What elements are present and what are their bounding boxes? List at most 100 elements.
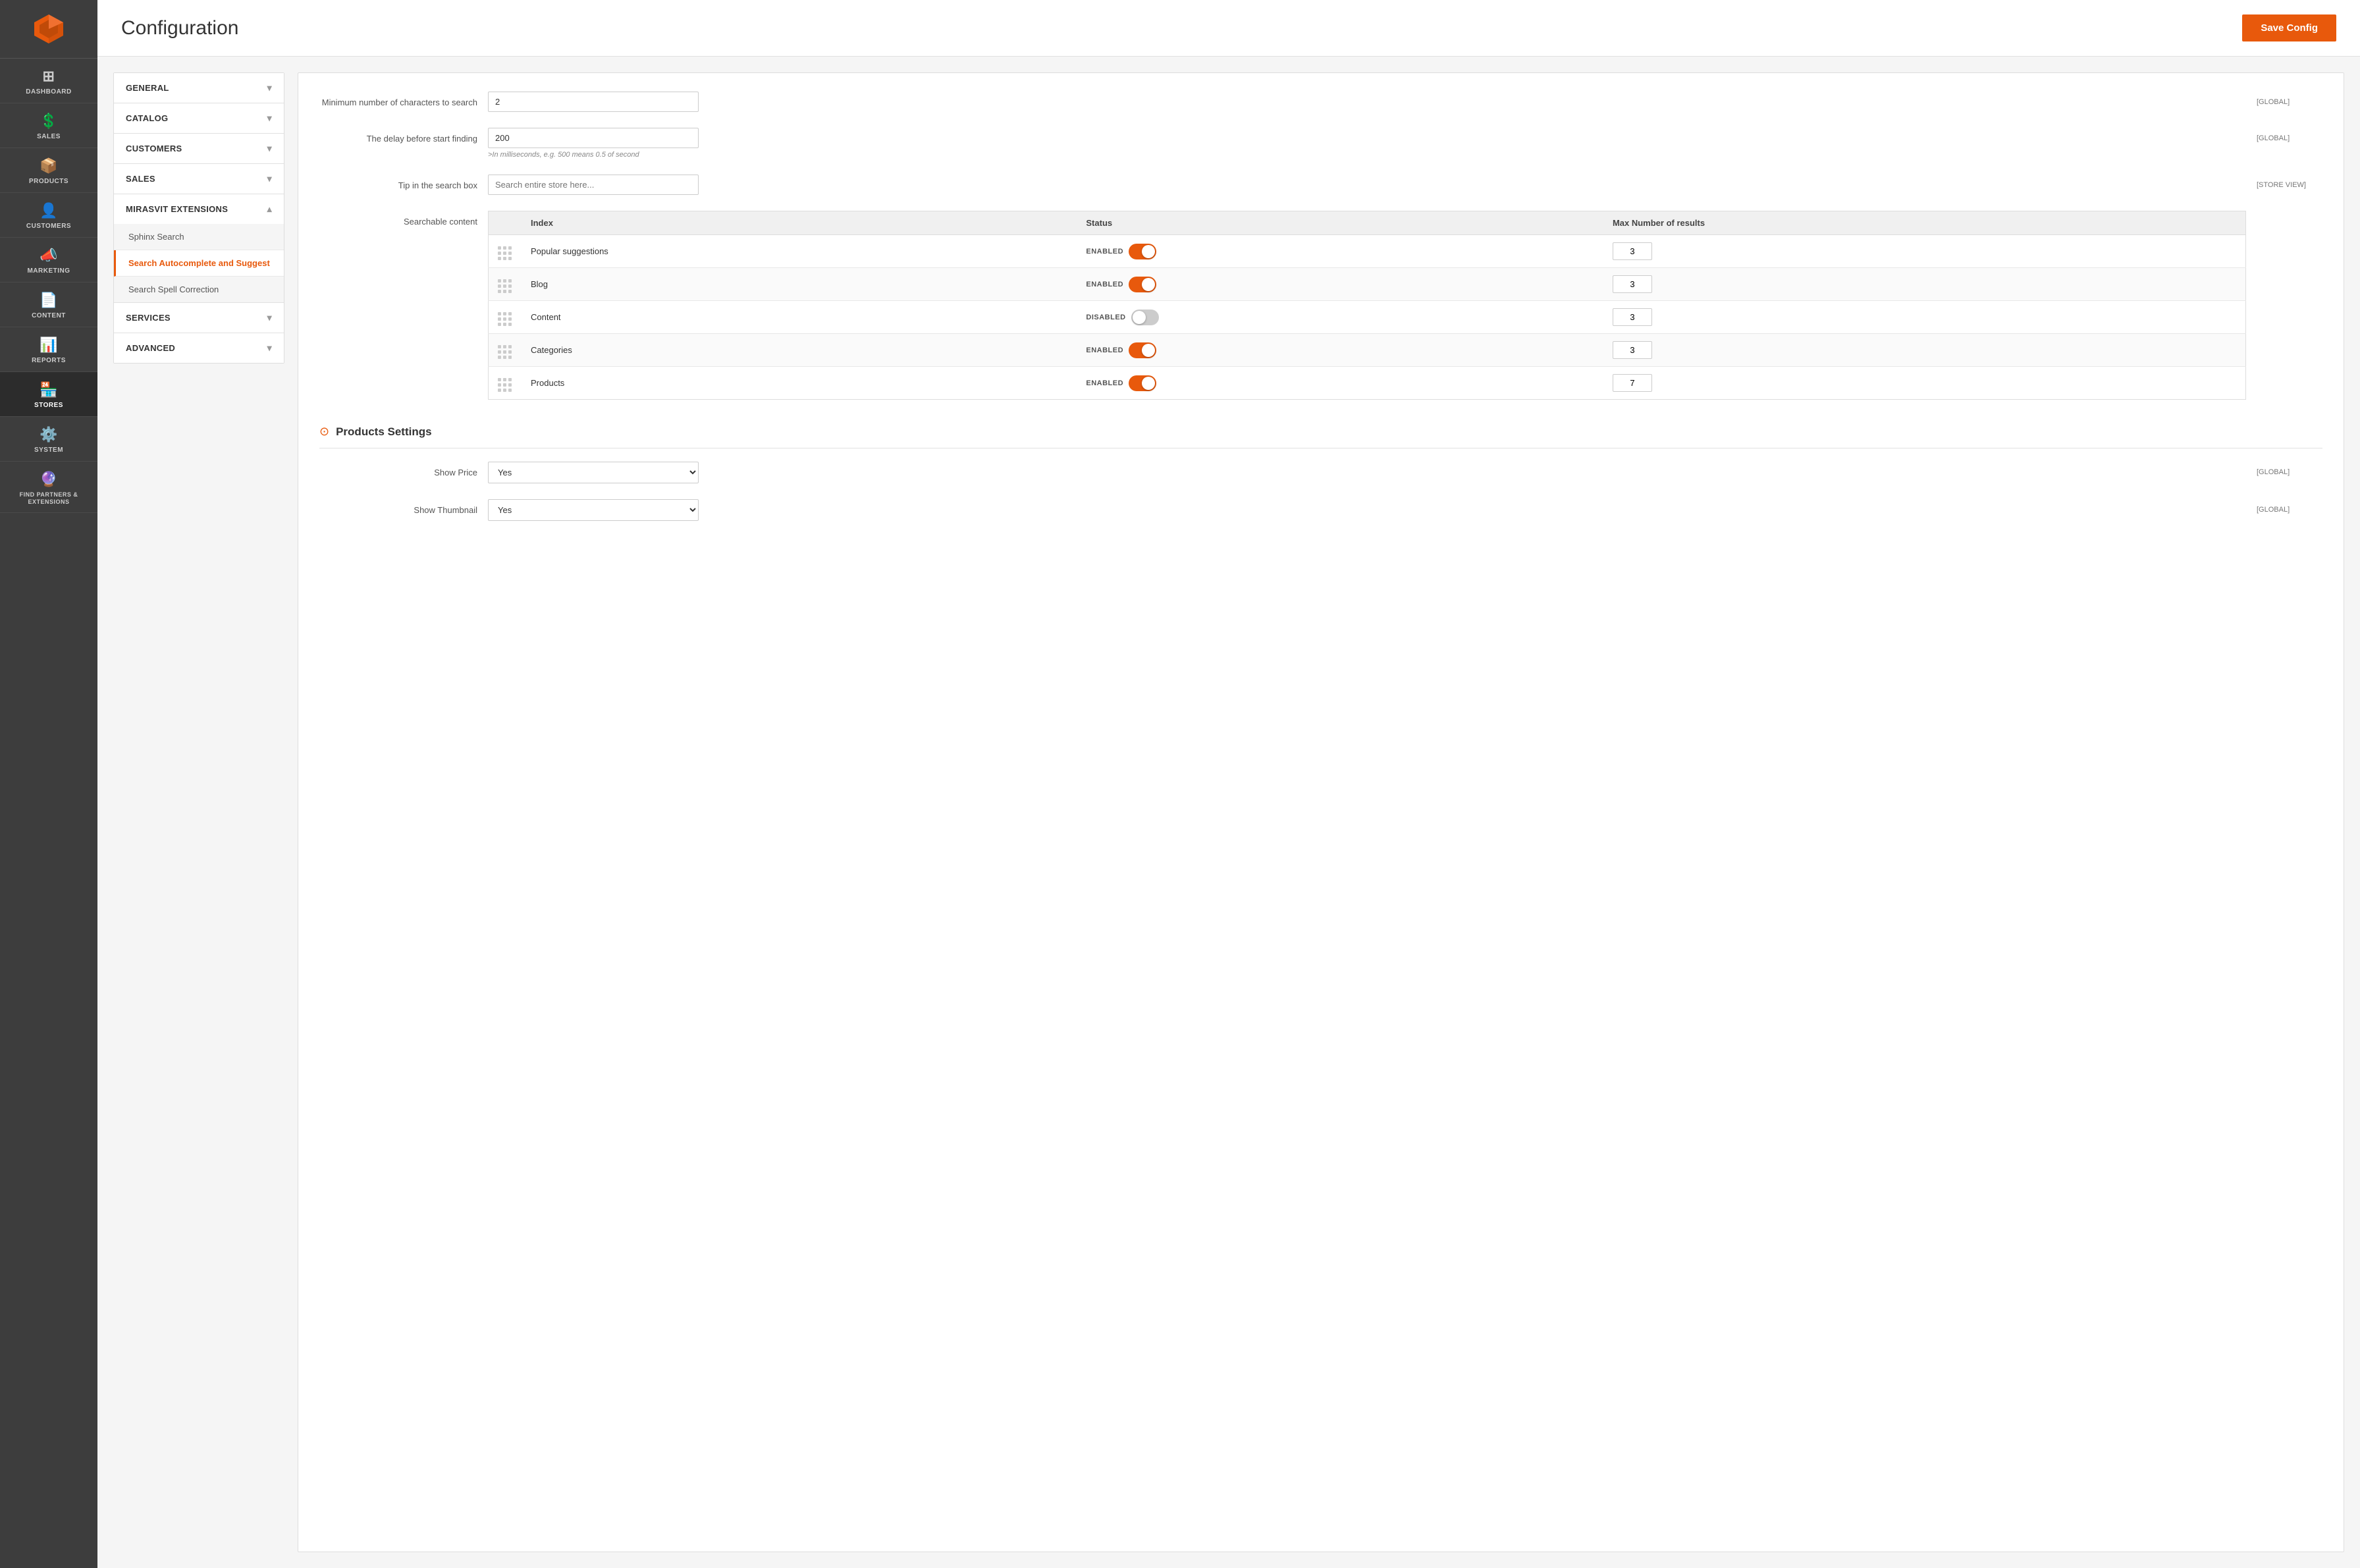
sidebar-item-customers[interactable]: 👤 CUSTOMERS bbox=[0, 193, 97, 238]
status-toggle[interactable] bbox=[1129, 342, 1156, 358]
tip-control bbox=[488, 175, 2246, 195]
show-price-select[interactable]: Yes bbox=[488, 462, 699, 483]
min-chars-input[interactable] bbox=[488, 92, 699, 112]
status-toggle[interactable] bbox=[1129, 244, 1156, 259]
nav-section-mirasvit-items: Sphinx Search Search Autocomplete and Su… bbox=[114, 224, 284, 302]
logo[interactable] bbox=[0, 0, 97, 59]
sidebar-item-dashboard[interactable]: ⊞ DASHBOARD bbox=[0, 59, 97, 103]
show-thumbnail-scope: [GLOBAL] bbox=[2257, 499, 2322, 514]
drag-handle-cell bbox=[489, 235, 522, 268]
sidebar-item-products[interactable]: 📦 PRODUCTS bbox=[0, 148, 97, 193]
nav-item-autocomplete[interactable]: Search Autocomplete and Suggest bbox=[114, 250, 284, 277]
index-cell: Blog bbox=[522, 268, 1077, 301]
page-title: Configuration bbox=[121, 17, 238, 40]
status-toggle[interactable] bbox=[1129, 375, 1156, 391]
main-content: Configuration Save Config GENERAL ▾ CATA… bbox=[97, 0, 2360, 1568]
tip-row: Tip in the search box [STORE VIEW] bbox=[319, 175, 2322, 195]
toggle-thumb bbox=[1142, 344, 1155, 357]
status-cell: ENABLED bbox=[1077, 268, 1603, 301]
table-row: Content DISABLED bbox=[489, 301, 2246, 334]
drag-handle-cell bbox=[489, 334, 522, 367]
sidebar-item-system[interactable]: ⚙️ SYSTEM bbox=[0, 417, 97, 462]
extensions-icon: 🔮 bbox=[40, 471, 58, 488]
table-row: Products ENABLED bbox=[489, 367, 2246, 400]
col-status: Status bbox=[1077, 211, 1603, 235]
show-thumbnail-select[interactable]: Yes bbox=[488, 499, 699, 521]
nav-section-advanced: ADVANCED ▾ bbox=[114, 333, 284, 363]
nav-section-catalog: CATALOG ▾ bbox=[114, 103, 284, 134]
show-thumbnail-row: Show Thumbnail Yes [GLOBAL] bbox=[319, 499, 2322, 521]
nav-item-spell[interactable]: Search Spell Correction bbox=[114, 277, 284, 302]
chevron-down-icon: ▾ bbox=[267, 312, 272, 323]
collapse-icon: ⊙ bbox=[319, 425, 329, 439]
nav-section-advanced-header[interactable]: ADVANCED ▾ bbox=[114, 333, 284, 363]
min-chars-label: Minimum number of characters to search bbox=[319, 92, 477, 109]
nav-section-sales-header[interactable]: SALES ▾ bbox=[114, 164, 284, 194]
customers-icon: 👤 bbox=[40, 202, 58, 219]
show-thumbnail-control: Yes bbox=[488, 499, 2246, 521]
nav-section-customers-header[interactable]: CUSTOMERS ▾ bbox=[114, 134, 284, 163]
col-max: Max Number of results bbox=[1603, 211, 2246, 235]
col-drag bbox=[489, 211, 522, 235]
delay-label: The delay before start finding bbox=[319, 128, 477, 145]
show-price-scope: [GLOBAL] bbox=[2257, 462, 2322, 476]
index-cell: Products bbox=[522, 367, 1077, 400]
nav-section-customers: CUSTOMERS ▾ bbox=[114, 134, 284, 164]
searchable-label: Searchable content bbox=[319, 211, 477, 228]
chevron-up-icon: ▴ bbox=[267, 203, 272, 215]
sidebar-item-stores[interactable]: 🏪 STORES bbox=[0, 372, 97, 417]
max-results-input[interactable] bbox=[1613, 308, 1652, 326]
dashboard-icon: ⊞ bbox=[43, 68, 55, 85]
status-cell: ENABLED bbox=[1077, 235, 1603, 268]
max-results-input[interactable] bbox=[1613, 374, 1652, 392]
delay-input[interactable] bbox=[488, 128, 699, 148]
show-price-label: Show Price bbox=[319, 462, 477, 479]
chevron-down-icon: ▾ bbox=[267, 113, 272, 124]
min-chars-scope: [GLOBAL] bbox=[2257, 92, 2322, 106]
chevron-down-icon: ▾ bbox=[267, 82, 272, 94]
max-results-input[interactable] bbox=[1613, 341, 1652, 359]
nav-section-services-header[interactable]: SERVICES ▾ bbox=[114, 303, 284, 333]
max-results-cell bbox=[1603, 301, 2246, 334]
drag-handle-cell bbox=[489, 367, 522, 400]
max-results-cell bbox=[1603, 367, 2246, 400]
sidebar-item-marketing[interactable]: 📣 MARKETING bbox=[0, 238, 97, 283]
index-cell: Content bbox=[522, 301, 1077, 334]
delay-scope: [GLOBAL] bbox=[2257, 128, 2322, 142]
toggle-thumb bbox=[1133, 311, 1146, 324]
sidebar-item-content[interactable]: 📄 CONTENT bbox=[0, 283, 97, 327]
products-settings-title: Products Settings bbox=[336, 425, 431, 439]
searchable-content-row: Searchable content Index Status Max Numb… bbox=[319, 211, 2322, 400]
show-price-row: Show Price Yes [GLOBAL] bbox=[319, 462, 2322, 483]
max-results-cell bbox=[1603, 334, 2246, 367]
col-index: Index bbox=[522, 211, 1077, 235]
status-toggle[interactable] bbox=[1131, 310, 1159, 325]
max-results-cell bbox=[1603, 235, 2246, 268]
sales-icon: 💲 bbox=[40, 113, 58, 130]
drag-handle-cell bbox=[489, 268, 522, 301]
toggle-thumb bbox=[1142, 278, 1155, 291]
delay-control: >In milliseconds, e.g. 500 means 0.5 of … bbox=[488, 128, 2246, 159]
products-settings-header[interactable]: ⊙ Products Settings bbox=[319, 416, 2322, 448]
delay-row: The delay before start finding >In milli… bbox=[319, 128, 2322, 159]
save-config-button[interactable]: Save Config bbox=[2242, 14, 2336, 41]
nav-section-general-header[interactable]: GENERAL ▾ bbox=[114, 73, 284, 103]
nav-section-catalog-header[interactable]: CATALOG ▾ bbox=[114, 103, 284, 133]
nav-item-sphinx[interactable]: Sphinx Search bbox=[114, 224, 284, 250]
sidebar-item-sales[interactable]: 💲 SALES bbox=[0, 103, 97, 148]
tip-input[interactable] bbox=[488, 175, 699, 195]
max-results-input[interactable] bbox=[1613, 275, 1652, 293]
max-results-input[interactable] bbox=[1613, 242, 1652, 260]
nav-section-general: GENERAL ▾ bbox=[114, 73, 284, 103]
status-label: ENABLED bbox=[1086, 379, 1123, 387]
status-toggle[interactable] bbox=[1129, 277, 1156, 292]
nav-section-mirasvit-header[interactable]: MIRASVIT EXTENSIONS ▴ bbox=[114, 194, 284, 224]
searchable-scope bbox=[2257, 211, 2322, 217]
table-row: Popular suggestions ENABLED bbox=[489, 235, 2246, 268]
max-results-cell bbox=[1603, 268, 2246, 301]
sidebar-item-extensions[interactable]: 🔮 FIND PARTNERS & EXTENSIONS bbox=[0, 462, 97, 513]
delay-hint: >In milliseconds, e.g. 500 means 0.5 of … bbox=[488, 151, 2246, 159]
sidebar-item-reports[interactable]: 📊 REPORTS bbox=[0, 327, 97, 372]
nav-section-mirasvit: MIRASVIT EXTENSIONS ▴ Sphinx Search Sear… bbox=[114, 194, 284, 303]
chevron-down-icon: ▾ bbox=[267, 173, 272, 184]
